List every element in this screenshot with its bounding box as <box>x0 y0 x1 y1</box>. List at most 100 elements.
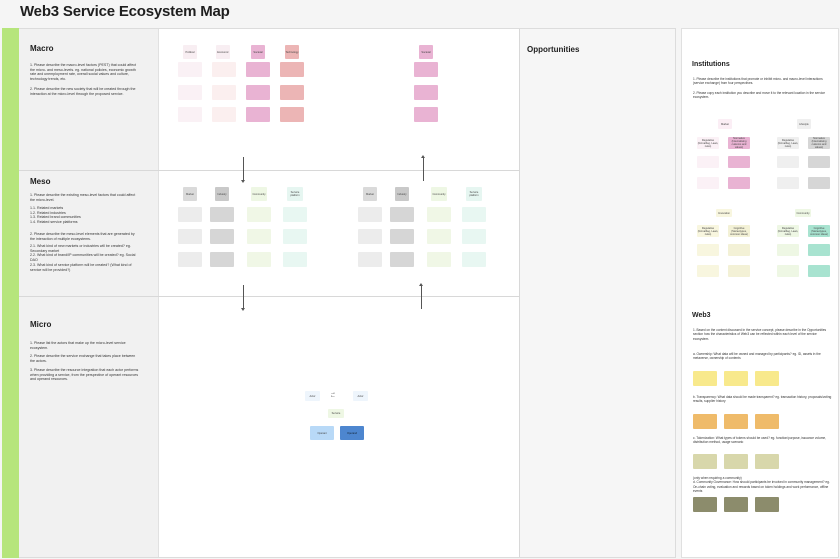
inst-innovation-label[interactable]: Innovation <box>716 209 732 217</box>
sticky-note[interactable] <box>414 85 438 100</box>
web3-tokenization: c. Tokenization: What types of tokens sh… <box>693 436 827 445</box>
sticky-note[interactable] <box>358 207 382 222</box>
sticky-note[interactable] <box>724 414 748 429</box>
sticky-note[interactable] <box>693 414 717 429</box>
sticky-note[interactable] <box>693 454 717 469</box>
meso-label-market-right[interactable]: Market <box>363 187 377 201</box>
sticky-note[interactable] <box>358 252 382 267</box>
macro-label-societal[interactable]: Societal <box>251 45 265 59</box>
sticky-note[interactable] <box>728 265 750 277</box>
sticky-note[interactable] <box>246 62 270 77</box>
inst-lifestyle-label[interactable]: Lifestyle <box>797 119 811 129</box>
sticky-note[interactable] <box>427 229 451 244</box>
sticky-note[interactable] <box>808 244 830 256</box>
macro-label-technology[interactable]: Technology <box>285 45 299 59</box>
macro-label-political[interactable]: Political <box>183 45 197 59</box>
sticky-note[interactable] <box>178 207 202 222</box>
sticky-note[interactable] <box>178 62 202 77</box>
inst-sub-regulative[interactable]: Regulative (formal/leg, Laws, rules) <box>697 137 719 149</box>
sticky-note[interactable] <box>777 265 799 277</box>
inst-sub-cognitive[interactable]: Cognitive (Stereotypes, common ideas) <box>808 225 830 237</box>
sticky-note[interactable] <box>247 252 271 267</box>
meso-label-industry[interactable]: Industry <box>215 187 229 201</box>
sticky-note[interactable] <box>755 414 779 429</box>
operand-resource[interactable]: Operand <box>340 426 364 440</box>
sticky-note[interactable] <box>697 244 719 256</box>
opportunities-column <box>520 29 675 557</box>
sticky-note[interactable] <box>210 207 234 222</box>
sticky-note[interactable] <box>728 244 750 256</box>
sticky-note[interactable] <box>280 62 304 77</box>
meso-label-community-right[interactable]: Community <box>431 187 447 201</box>
sticky-note[interactable] <box>414 62 438 77</box>
sticky-note[interactable] <box>724 497 748 512</box>
web3-ownership: a. Ownership: What data will be owned an… <box>693 352 821 361</box>
sticky-note[interactable] <box>358 229 382 244</box>
sticky-note[interactable] <box>427 252 451 267</box>
sticky-note[interactable] <box>427 207 451 222</box>
sticky-note[interactable] <box>462 252 486 267</box>
sticky-note[interactable] <box>808 156 830 168</box>
sticky-note[interactable] <box>390 207 414 222</box>
sticky-note[interactable] <box>280 107 304 122</box>
sticky-note[interactable] <box>212 62 236 77</box>
sticky-note[interactable] <box>755 454 779 469</box>
sticky-note[interactable] <box>246 85 270 100</box>
inst-sub-normative[interactable]: Normative (Internalising customs and val… <box>728 137 750 149</box>
inst-community-label[interactable]: Community <box>795 209 811 217</box>
sticky-note[interactable] <box>777 244 799 256</box>
sticky-note[interactable] <box>808 265 830 277</box>
inst-sub-regulative[interactable]: Regulative (formal/leg, Laws, rules) <box>777 137 799 149</box>
inst-market-label[interactable]: Market <box>718 119 732 129</box>
macro-label-societal-right[interactable]: Societal <box>419 45 433 59</box>
sticky-note[interactable] <box>724 454 748 469</box>
sticky-note[interactable] <box>210 252 234 267</box>
sticky-note[interactable] <box>178 252 202 267</box>
sticky-note[interactable] <box>462 207 486 222</box>
inst-sub-regulative[interactable]: Regulative (formal/leg, Laws, rules) <box>697 225 719 237</box>
inst-sub-normative[interactable]: Normative (Internalising customs and val… <box>808 137 830 149</box>
sticky-note[interactable] <box>697 265 719 277</box>
sticky-note[interactable] <box>280 85 304 100</box>
actor-left[interactable]: Actor <box>305 391 320 401</box>
sticky-note[interactable] <box>247 207 271 222</box>
service-label[interactable]: Service <box>328 409 344 418</box>
sticky-note[interactable] <box>283 207 307 222</box>
sticky-note[interactable] <box>283 252 307 267</box>
meso-label-industry-right[interactable]: Industry <box>395 187 409 201</box>
actor-right[interactable]: Actor <box>353 391 368 401</box>
sticky-note[interactable] <box>462 229 486 244</box>
sticky-note[interactable] <box>777 177 799 189</box>
sticky-note[interactable] <box>697 177 719 189</box>
operant-resource[interactable]: Operant <box>310 426 334 440</box>
sticky-note[interactable] <box>212 85 236 100</box>
sticky-note[interactable] <box>693 497 717 512</box>
meso-label-community[interactable]: Community <box>251 187 267 201</box>
sticky-note[interactable] <box>246 107 270 122</box>
sticky-note[interactable] <box>212 107 236 122</box>
inst-sub-regulative[interactable]: Regulative (formal/leg, Laws, rules) <box>777 225 799 237</box>
sticky-note[interactable] <box>755 497 779 512</box>
sticky-note[interactable] <box>247 229 271 244</box>
sticky-note[interactable] <box>693 371 717 386</box>
sticky-note[interactable] <box>390 229 414 244</box>
sticky-note[interactable] <box>777 156 799 168</box>
sticky-note[interactable] <box>728 156 750 168</box>
sticky-note[interactable] <box>755 371 779 386</box>
inst-sub-cognitive[interactable]: Cognitive (Stereotypes, common ideas) <box>728 225 750 237</box>
sticky-note[interactable] <box>178 229 202 244</box>
sticky-note[interactable] <box>697 156 719 168</box>
meso-label-service-platform-right[interactable]: Service platform <box>466 187 482 201</box>
macro-label-economic[interactable]: Economic <box>216 45 230 59</box>
sticky-note[interactable] <box>724 371 748 386</box>
sticky-note[interactable] <box>728 177 750 189</box>
sticky-note[interactable] <box>210 229 234 244</box>
sticky-note[interactable] <box>178 85 202 100</box>
sticky-note[interactable] <box>283 229 307 244</box>
sticky-note[interactable] <box>808 177 830 189</box>
meso-label-market[interactable]: Market <box>183 187 197 201</box>
sticky-note[interactable] <box>390 252 414 267</box>
sticky-note[interactable] <box>414 107 438 122</box>
meso-label-service-platform[interactable]: Service platform <box>287 187 303 201</box>
sticky-note[interactable] <box>178 107 202 122</box>
